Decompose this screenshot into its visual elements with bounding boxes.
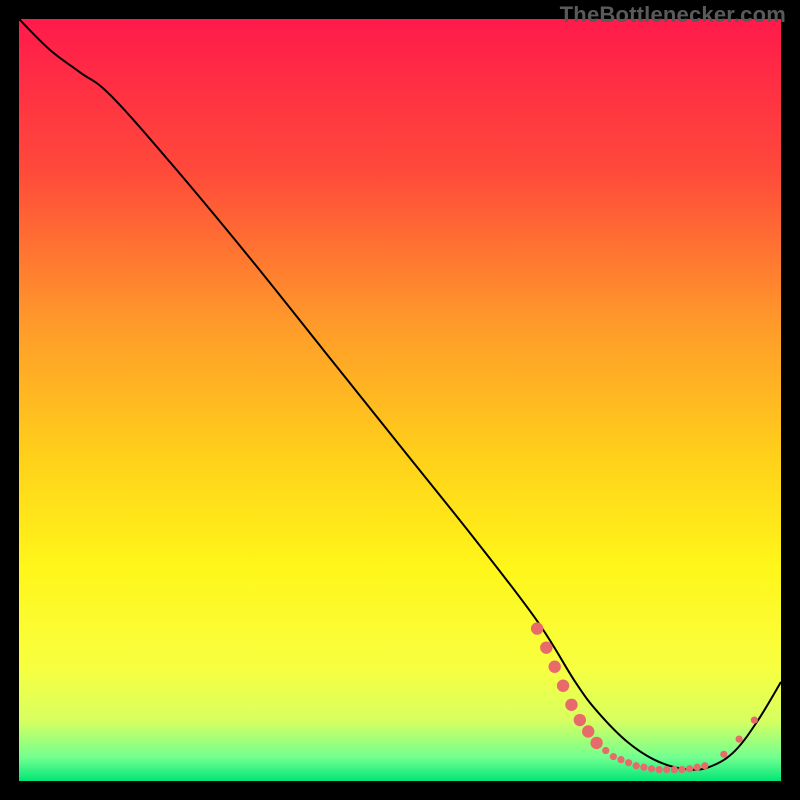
marker-point bbox=[663, 766, 670, 773]
marker-point bbox=[720, 751, 727, 758]
marker-point bbox=[574, 714, 586, 726]
marker-point bbox=[735, 735, 742, 742]
marker-point bbox=[701, 762, 708, 769]
chart-frame: TheBottlenecker.com bbox=[0, 0, 800, 800]
marker-point bbox=[648, 765, 655, 772]
marker-point bbox=[557, 680, 569, 692]
marker-point bbox=[590, 737, 602, 749]
marker-point bbox=[671, 766, 678, 773]
marker-point bbox=[540, 641, 552, 653]
plot-area bbox=[19, 19, 781, 781]
marker-point bbox=[625, 759, 632, 766]
watermark-text: TheBottlenecker.com bbox=[560, 2, 786, 28]
marker-point bbox=[548, 661, 560, 673]
marker-point bbox=[610, 753, 617, 760]
marker-point bbox=[531, 622, 543, 634]
marker-point bbox=[678, 766, 685, 773]
marker-point bbox=[694, 764, 701, 771]
marker-point bbox=[582, 725, 594, 737]
marker-point bbox=[751, 716, 758, 723]
marker-point bbox=[640, 764, 647, 771]
marker-point bbox=[686, 765, 693, 772]
marker-point bbox=[655, 766, 662, 773]
marker-point bbox=[565, 699, 577, 711]
gradient-background bbox=[19, 19, 781, 781]
marker-point bbox=[633, 762, 640, 769]
bottleneck-chart bbox=[19, 19, 781, 781]
marker-point bbox=[617, 756, 624, 763]
marker-point bbox=[602, 747, 609, 754]
